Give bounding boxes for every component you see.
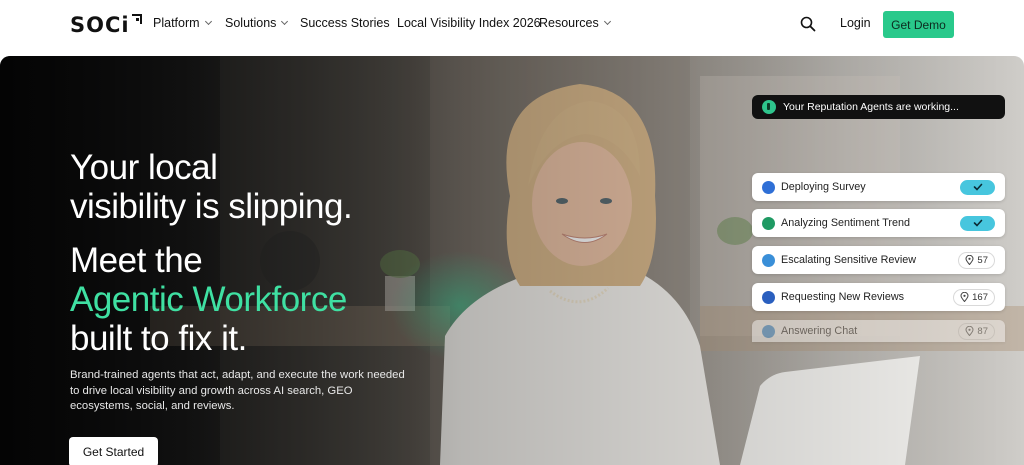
login-link[interactable]: Login bbox=[840, 16, 871, 30]
nav-item-resources[interactable]: Resources bbox=[539, 16, 611, 30]
agent-row-requesting-reviews: Requesting New Reviews 167 bbox=[752, 283, 1005, 311]
get-started-button[interactable]: Get Started bbox=[69, 437, 158, 465]
agent-task-label: Escalating Sensitive Review bbox=[781, 254, 917, 266]
nav-item-local-visibility-index[interactable]: Local Visibility Index 2026 bbox=[397, 16, 541, 30]
hero-subtext: Brand-trained agents that act, adapt, an… bbox=[70, 369, 405, 412]
nav-item-label: Local Visibility Index 2026 bbox=[397, 16, 541, 30]
location-pin-icon bbox=[965, 326, 974, 336]
search-icon[interactable] bbox=[800, 16, 816, 32]
survey-icon bbox=[762, 180, 775, 194]
agents-panel-title: Your Reputation Agents are working... bbox=[783, 101, 959, 113]
nav-item-label: Success Stories bbox=[300, 16, 390, 30]
location-count: 87 bbox=[977, 325, 988, 337]
nav-item-label: Resources bbox=[539, 16, 599, 30]
agent-row-analyzing-sentiment: Analyzing Sentiment Trend bbox=[752, 209, 1005, 237]
nav-item-platform[interactable]: Platform bbox=[153, 16, 212, 30]
location-count: 57 bbox=[977, 254, 988, 266]
logo-mark-icon bbox=[131, 14, 142, 24]
agent-row-escalating-review: Escalating Sensitive Review 57 bbox=[752, 246, 1005, 274]
get-demo-button[interactable]: Get Demo bbox=[883, 11, 954, 38]
logo-text: SOCi bbox=[70, 13, 130, 37]
agent-task-label: Deploying Survey bbox=[781, 181, 866, 193]
location-count-badge: 87 bbox=[958, 322, 995, 340]
chat-icon bbox=[762, 324, 775, 338]
location-count-badge: 167 bbox=[953, 288, 995, 306]
location-pin-icon bbox=[960, 292, 969, 302]
review-icon bbox=[762, 253, 775, 267]
top-navigation: SOCi Platform Solutions Success Stories … bbox=[0, 0, 1024, 56]
location-count: 167 bbox=[972, 291, 988, 303]
agent-badge-icon bbox=[762, 100, 776, 114]
location-pin-icon bbox=[965, 255, 974, 265]
hero-headline: Your local visibility is slipping. Meet … bbox=[70, 148, 353, 358]
headline-line: Your local bbox=[70, 148, 218, 187]
nav-item-solutions[interactable]: Solutions bbox=[225, 16, 289, 30]
agent-task-label: Analyzing Sentiment Trend bbox=[781, 217, 911, 229]
sentiment-icon bbox=[762, 216, 775, 230]
headline-highlight: Agentic Workforce bbox=[70, 280, 347, 319]
chevron-down-icon bbox=[204, 17, 212, 26]
agent-row-answering-chat: Answering Chat 87 bbox=[752, 320, 1005, 342]
request-icon bbox=[762, 290, 775, 304]
agents-panel-header: Your Reputation Agents are working... bbox=[752, 95, 1005, 119]
headline-line: Meet the bbox=[70, 241, 203, 280]
agent-task-label: Answering Chat bbox=[781, 325, 858, 337]
headline-line: visibility is slipping. bbox=[70, 187, 353, 226]
check-icon bbox=[960, 215, 995, 231]
soci-logo[interactable]: SOCi bbox=[70, 12, 142, 38]
check-icon bbox=[960, 179, 995, 195]
agent-task-label: Requesting New Reviews bbox=[781, 291, 905, 303]
nav-item-success-stories[interactable]: Success Stories bbox=[300, 16, 390, 30]
chevron-down-icon bbox=[281, 17, 289, 26]
nav-item-label: Solutions bbox=[225, 16, 277, 30]
nav-item-label: Platform bbox=[153, 16, 200, 30]
agent-row-deploying-survey: Deploying Survey bbox=[752, 173, 1005, 201]
location-count-badge: 57 bbox=[958, 251, 995, 269]
headline-line: built to fix it. bbox=[70, 319, 247, 358]
chevron-down-icon bbox=[603, 17, 611, 26]
